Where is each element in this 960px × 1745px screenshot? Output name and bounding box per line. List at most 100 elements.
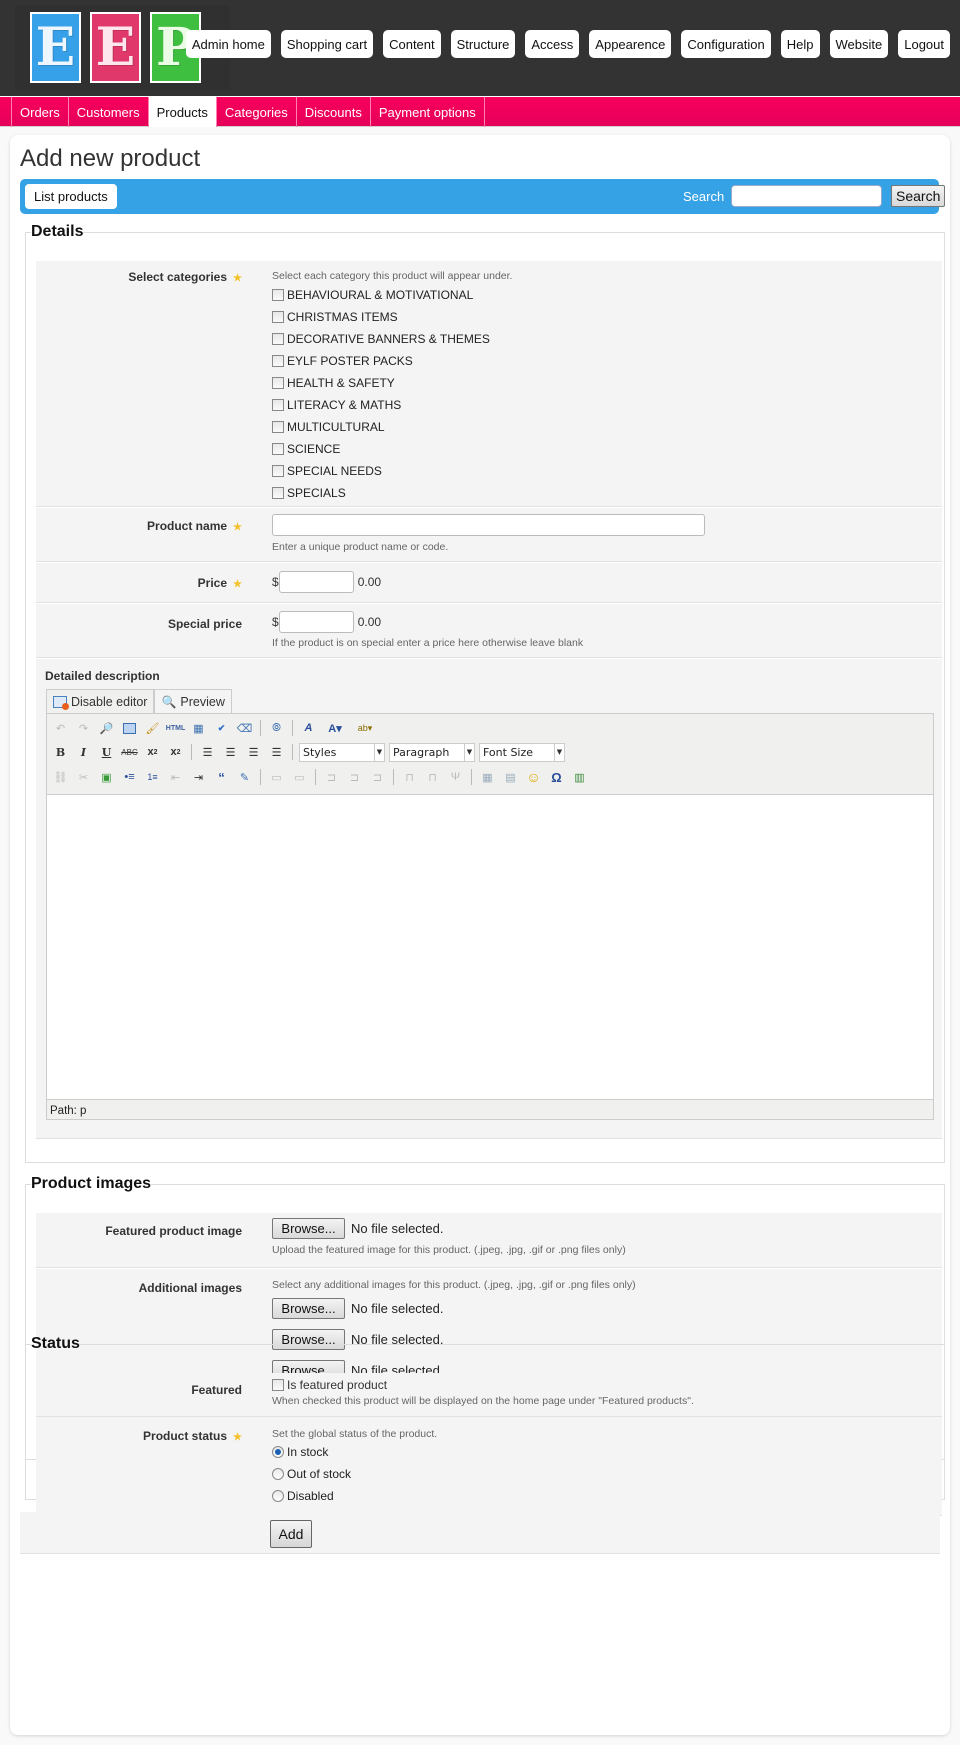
blockquote-icon[interactable]: “ bbox=[212, 768, 231, 787]
tab-products[interactable]: Products bbox=[147, 97, 216, 127]
price-input[interactable] bbox=[278, 571, 354, 593]
outdent-icon[interactable]: ⇤ bbox=[166, 768, 185, 787]
category-item[interactable]: BEHAVIOURAL & MOTIVATIONAL bbox=[272, 284, 512, 306]
featured-checkbox[interactable] bbox=[272, 1379, 284, 1391]
redo-icon[interactable]: ↷ bbox=[74, 719, 93, 738]
merge-cells-icon[interactable]: ▤ bbox=[501, 768, 520, 787]
featured-checkbox-item[interactable]: Is featured product bbox=[272, 1378, 694, 1392]
nav-appearence[interactable]: Appearence bbox=[589, 30, 672, 58]
underline-icon[interactable]: U bbox=[97, 743, 116, 762]
add-button[interactable]: Add bbox=[270, 1520, 312, 1548]
category-item[interactable]: LITERACY & MATHS bbox=[272, 394, 512, 416]
category-checkbox[interactable] bbox=[272, 421, 284, 433]
bullet-list-icon[interactable]: •≡ bbox=[120, 768, 139, 787]
category-item[interactable]: HEALTH & SAFETY bbox=[272, 372, 512, 394]
superscript-icon[interactable]: x2 bbox=[166, 743, 185, 762]
category-checkbox[interactable] bbox=[272, 355, 284, 367]
align-justify-icon[interactable]: ☰ bbox=[267, 743, 286, 762]
nav-website[interactable]: Website bbox=[829, 30, 889, 58]
product-name-input[interactable] bbox=[272, 514, 705, 536]
category-checkbox[interactable] bbox=[272, 487, 284, 499]
special-character-icon[interactable]: Ω bbox=[547, 768, 566, 787]
category-checkbox[interactable] bbox=[272, 289, 284, 301]
preview-tab[interactable]: 🔍 Preview bbox=[154, 689, 232, 713]
bold-icon[interactable]: B bbox=[51, 743, 70, 762]
cleanup-icon[interactable]: 🖌 bbox=[143, 719, 162, 738]
tab-categories[interactable]: Categories bbox=[215, 97, 296, 127]
disable-editor-tab[interactable]: Disable editor bbox=[46, 689, 155, 713]
style-props-icon[interactable]: A bbox=[299, 719, 318, 738]
embed-media-icon[interactable]: ⦾ bbox=[267, 719, 286, 738]
row-after-icon[interactable]: ⊐ bbox=[345, 768, 364, 787]
fullscreen-icon[interactable] bbox=[120, 719, 139, 738]
row-before-icon[interactable]: ⊐ bbox=[322, 768, 341, 787]
category-item[interactable]: DECORATIVE BANNERS & THEMES bbox=[272, 328, 512, 350]
font-size-select[interactable]: Font Size ▼ bbox=[479, 742, 565, 762]
col-before-icon[interactable]: ⊓ bbox=[400, 768, 419, 787]
align-left-icon[interactable]: ☰ bbox=[198, 743, 217, 762]
category-checkbox[interactable] bbox=[272, 311, 284, 323]
insert-row-after-icon[interactable]: ▭ bbox=[290, 768, 309, 787]
tab-discounts[interactable]: Discounts bbox=[295, 97, 370, 127]
edit-attributes-icon[interactable]: ✎ bbox=[235, 768, 254, 787]
nav-access[interactable]: Access bbox=[525, 30, 580, 58]
paragraph-select[interactable]: Paragraph ▼ bbox=[389, 742, 475, 762]
special-price-input[interactable] bbox=[278, 611, 354, 633]
image-icon[interactable]: ▣ bbox=[97, 768, 116, 787]
category-checkbox[interactable] bbox=[272, 465, 284, 477]
browse-button[interactable]: Browse... bbox=[272, 1298, 345, 1319]
category-checkbox[interactable] bbox=[272, 377, 284, 389]
tab-orders[interactable]: Orders bbox=[11, 97, 68, 127]
status-option-in-stock[interactable]: In stock bbox=[272, 1441, 437, 1463]
search-replace-icon[interactable]: 🔎 bbox=[97, 719, 116, 738]
col-after-icon[interactable]: ⊓ bbox=[423, 768, 442, 787]
nav-configuration[interactable]: Configuration bbox=[681, 30, 771, 58]
status-option-disabled[interactable]: Disabled bbox=[272, 1485, 437, 1507]
nav-admin-home[interactable]: Admin home bbox=[185, 30, 271, 58]
radio-button[interactable] bbox=[272, 1468, 284, 1480]
table-icon[interactable]: ▦ bbox=[189, 719, 208, 738]
category-item[interactable]: CHRISTMAS ITEMS bbox=[272, 306, 512, 328]
category-item[interactable]: SPECIALS bbox=[272, 482, 512, 504]
spellcheck-icon[interactable]: ✔ bbox=[212, 719, 231, 738]
list-products-button[interactable]: List products bbox=[25, 184, 117, 209]
align-right-icon[interactable]: ☰ bbox=[244, 743, 263, 762]
align-center-icon[interactable]: ☰ bbox=[221, 743, 240, 762]
radio-button[interactable] bbox=[272, 1446, 284, 1458]
nav-shopping-cart[interactable]: Shopping cart bbox=[280, 30, 374, 58]
featured-image-browse-button[interactable]: Browse... bbox=[272, 1218, 345, 1239]
styles-select[interactable]: Styles ▼ bbox=[299, 742, 385, 762]
undo-icon[interactable]: ↶ bbox=[51, 719, 70, 738]
nav-content[interactable]: Content bbox=[383, 30, 441, 58]
link-icon[interactable]: ⛓ bbox=[51, 768, 70, 787]
html-source-icon[interactable]: HTML bbox=[166, 719, 185, 738]
tab-payment-options[interactable]: Payment options bbox=[369, 97, 485, 127]
nav-help[interactable]: Help bbox=[780, 30, 820, 58]
text-color-icon[interactable]: A▾ bbox=[322, 719, 348, 738]
category-checkbox[interactable] bbox=[272, 399, 284, 411]
background-color-icon[interactable]: ab▾ bbox=[352, 719, 378, 738]
split-cells-icon[interactable]: ▦ bbox=[478, 768, 497, 787]
indent-icon[interactable]: ⇥ bbox=[189, 768, 208, 787]
emoticon-icon[interactable]: ☺ bbox=[524, 768, 543, 787]
insert-row-before-icon[interactable]: ▭ bbox=[267, 768, 286, 787]
numbered-list-icon[interactable]: 1≡ bbox=[143, 768, 162, 787]
editor-content-area[interactable] bbox=[47, 794, 933, 1100]
nav-structure[interactable]: Structure bbox=[450, 30, 516, 58]
category-checkbox[interactable] bbox=[272, 443, 284, 455]
radio-button[interactable] bbox=[272, 1490, 284, 1502]
search-button[interactable]: Search bbox=[891, 185, 946, 207]
media-icon[interactable]: ▥ bbox=[570, 768, 589, 787]
italic-icon[interactable]: I bbox=[74, 743, 93, 762]
nav-logout[interactable]: Logout bbox=[898, 30, 950, 58]
category-item[interactable]: MULTICULTURAL bbox=[272, 416, 512, 438]
category-item[interactable]: SCIENCE bbox=[272, 438, 512, 460]
category-item[interactable]: SPECIAL NEEDS bbox=[272, 460, 512, 482]
delete-row-icon[interactable]: ⊐ bbox=[368, 768, 387, 787]
category-item[interactable]: EYLF POSTER PACKS bbox=[272, 350, 512, 372]
unlink-icon[interactable]: ✂ bbox=[74, 768, 93, 787]
delete-col-icon[interactable]: Ψ bbox=[446, 768, 465, 787]
category-checkbox[interactable] bbox=[272, 333, 284, 345]
strikethrough-icon[interactable]: ABC bbox=[120, 743, 139, 762]
tab-customers[interactable]: Customers bbox=[67, 97, 148, 127]
